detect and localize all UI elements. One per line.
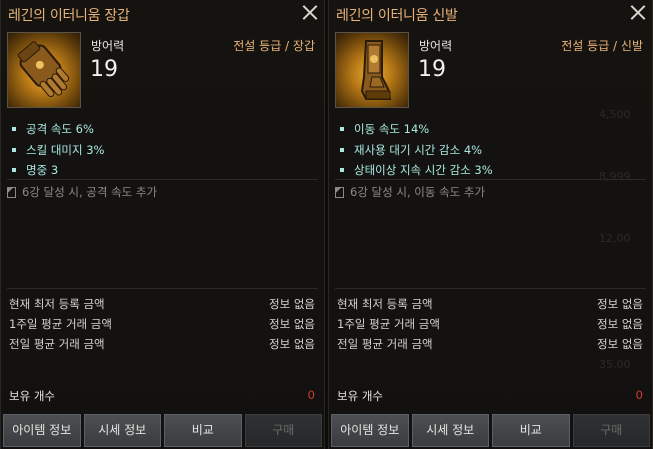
- market-row: 1주일 평균 거래 금액 정보 없음: [9, 316, 315, 336]
- scroll-icon: [335, 187, 344, 198]
- defense-label: 방어력: [91, 39, 125, 53]
- attribute-item: 이동 속도 14%: [340, 119, 493, 140]
- attribute-list: 공격 속도 6% 스킬 대미지 3% 명중 3: [12, 119, 104, 181]
- market-value: 정보 없음: [269, 337, 315, 351]
- divider: [335, 288, 646, 289]
- defense-label: 방어력: [419, 39, 453, 53]
- attribute-item: 상태이상 지속 시간 감소 3%: [340, 160, 493, 181]
- item-tooltip-boots: 레긴의 이터니움 신발 방어력 19 전설 등급 / 신발 이동 속도 14% …: [328, 0, 653, 449]
- scroll-icon: [7, 187, 16, 198]
- market-row: 현재 최저 등록 금액 정보 없음: [337, 296, 643, 316]
- attribute-item: 재사용 대기 시간 감소 4%: [340, 140, 493, 161]
- market-row: 전일 평균 거래 금액 정보 없음: [9, 336, 315, 356]
- defense-value: 19: [418, 57, 446, 82]
- market-value: 정보 없음: [269, 297, 315, 311]
- market-row: 1주일 평균 거래 금액 정보 없음: [337, 316, 643, 336]
- market-info: 현재 최저 등록 금액 정보 없음 1주일 평균 거래 금액 정보 없음 전일 …: [9, 296, 315, 356]
- enhance-note: 6강 달성 시, 이동 속도 추가: [335, 184, 485, 200]
- buy-button[interactable]: 구매: [572, 414, 650, 447]
- item-info-button[interactable]: 아이템 정보: [3, 414, 81, 447]
- item-info-button[interactable]: 아이템 정보: [331, 414, 409, 447]
- buy-button[interactable]: 구매: [244, 414, 322, 447]
- divider: [7, 179, 318, 180]
- holding-label: 보유 개수: [337, 389, 383, 403]
- attribute-item: 명중 3: [12, 160, 104, 181]
- compare-button[interactable]: 비교: [164, 414, 242, 447]
- grade-type: 전설 등급 / 신발: [561, 39, 643, 53]
- market-value: 정보 없음: [597, 317, 643, 331]
- holding-count: 0: [307, 388, 315, 402]
- button-bar: 아이템 정보 시세 정보 비교 구매: [1, 412, 324, 449]
- market-value: 정보 없음: [597, 297, 643, 311]
- holding-count: 0: [635, 388, 643, 402]
- background-price: 12,00: [599, 232, 631, 245]
- holding-label: 보유 개수: [9, 389, 55, 403]
- market-row: 현재 최저 등록 금액 정보 없음: [9, 296, 315, 316]
- gauntlet-icon: [7, 32, 81, 108]
- market-label: 1주일 평균 거래 금액: [337, 317, 440, 331]
- market-label: 전일 평균 거래 금액: [337, 337, 433, 351]
- attribute-item: 공격 속도 6%: [12, 119, 104, 140]
- item-title: 레긴의 이터니움 신발: [336, 8, 458, 24]
- boot-icon: [335, 32, 409, 108]
- background-price: 35,00: [599, 358, 631, 371]
- market-value: 정보 없음: [269, 317, 315, 331]
- holding-row: 보유 개수 0: [337, 388, 643, 404]
- grade-type: 전설 등급 / 장갑: [233, 39, 315, 53]
- market-label: 전일 평균 거래 금액: [9, 337, 105, 351]
- market-label: 1주일 평균 거래 금액: [9, 317, 112, 331]
- compare-button[interactable]: 비교: [492, 414, 570, 447]
- market-value: 정보 없음: [597, 337, 643, 351]
- defense-value: 19: [90, 57, 118, 82]
- button-bar: 아이템 정보 시세 정보 비교 구매: [329, 412, 652, 449]
- item-title: 레긴의 이터니움 장갑: [8, 8, 130, 24]
- background-price: 8,999: [599, 170, 631, 183]
- market-info: 현재 최저 등록 금액 정보 없음 1주일 평균 거래 금액 정보 없음 전일 …: [337, 296, 643, 356]
- price-info-button[interactable]: 시세 정보: [83, 414, 161, 447]
- price-info-button[interactable]: 시세 정보: [411, 414, 489, 447]
- enhance-note-text: 6강 달성 시, 이동 속도 추가: [350, 185, 486, 199]
- attribute-item: 스킬 대미지 3%: [12, 140, 104, 161]
- divider: [7, 288, 318, 289]
- holding-row: 보유 개수 0: [9, 388, 315, 404]
- background-price: 4,500: [599, 108, 631, 121]
- close-icon[interactable]: [630, 4, 646, 20]
- market-row: 전일 평균 거래 금액 정보 없음: [337, 336, 643, 356]
- item-tooltip-gloves: 레긴의 이터니움 장갑 방어력 19 전설 등급 / 장갑 공격 속도 6% 스…: [0, 0, 325, 449]
- market-label: 현재 최저 등록 금액: [9, 297, 105, 311]
- enhance-note-text: 6강 달성 시, 공격 속도 추가: [22, 185, 158, 199]
- market-label: 현재 최저 등록 금액: [337, 297, 433, 311]
- close-icon[interactable]: [302, 4, 318, 20]
- attribute-list: 이동 속도 14% 재사용 대기 시간 감소 4% 상태이상 지속 시간 감소 …: [340, 119, 493, 181]
- enhance-note: 6강 달성 시, 공격 속도 추가: [7, 184, 157, 200]
